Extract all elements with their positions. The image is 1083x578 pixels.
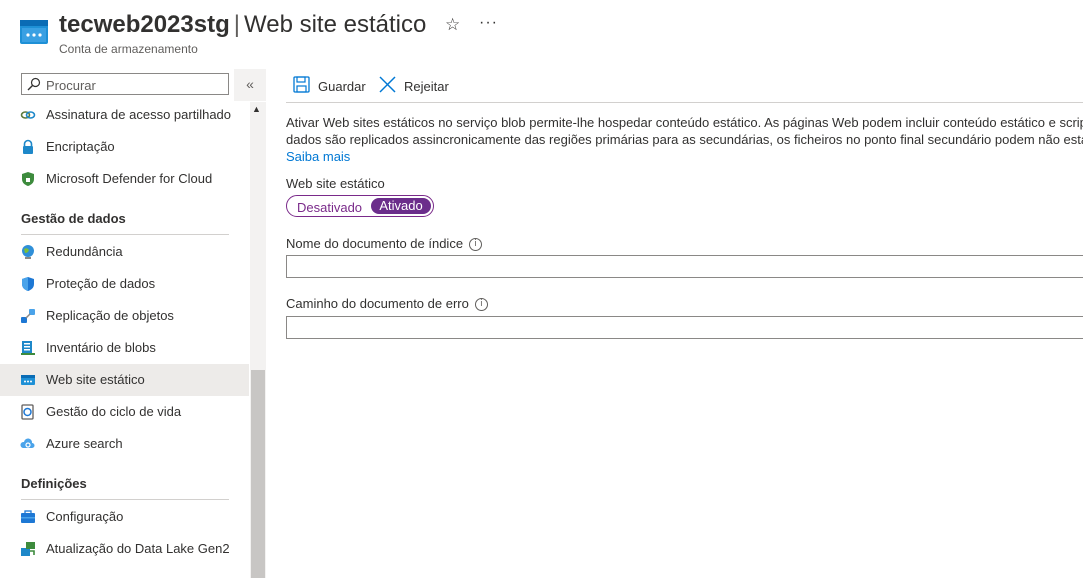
star-icon[interactable]: ☆ — [445, 15, 460, 35]
sidebar-item-label: Web site estático — [46, 372, 145, 387]
error-document-label-text: Caminho do documento de erro — [286, 296, 469, 311]
sidebar-item-static-website[interactable]: Web site estático — [0, 364, 249, 396]
section-heading-settings: Definições — [21, 476, 87, 491]
more-icon[interactable]: ··· — [479, 14, 498, 32]
sidebar-item-label: Assinatura de acesso partilhado — [46, 107, 232, 122]
section-heading-data-management: Gestão de dados — [21, 211, 126, 226]
scroll-up-icon[interactable]: ▲ — [252, 104, 261, 114]
sidebar-item-label: Azure search — [46, 436, 123, 451]
section-divider — [21, 499, 229, 500]
globe-icon — [22, 245, 34, 259]
sidebar-item-object-replication[interactable]: Replicação de objetos — [0, 300, 249, 332]
sidebar-item-label: Encriptação — [46, 139, 115, 154]
toolbar-divider — [286, 102, 1083, 103]
toggle-option-disabled[interactable]: Desativado — [297, 200, 362, 215]
search-icon — [27, 77, 41, 91]
resource-type-subtitle: Conta de armazenamento — [59, 42, 198, 56]
index-document-label: Nome do documento de índice i — [286, 236, 483, 252]
discard-button-label: Rejeitar — [404, 79, 449, 94]
cloud-search-icon — [20, 438, 35, 448]
close-icon — [379, 76, 396, 93]
sidebar-item-data-protection[interactable]: Proteção de dados — [0, 268, 249, 300]
replication-icon — [21, 309, 35, 323]
description-text: Ativar Web sites estáticos no serviço bl… — [286, 114, 1083, 148]
link-icon — [20, 111, 36, 119]
sidebar-item-label: Microsoft Defender for Cloud — [46, 171, 213, 186]
static-website-toggle[interactable]: Desativado Ativado — [286, 195, 434, 217]
info-icon[interactable]: i — [469, 238, 483, 252]
static-website-icon — [20, 20, 48, 44]
sidebar-item-label: Gestão do ciclo de vida — [46, 404, 182, 419]
sidebar-item-encryption[interactable]: Encriptação — [0, 131, 249, 163]
sidebar-item-label: Redundância — [46, 244, 123, 259]
sidebar-item-label: Atualização do Data Lake Gen2 — [46, 541, 230, 556]
sidebar-item-lifecycle-management[interactable]: Gestão do ciclo de vida — [0, 396, 249, 428]
lifecycle-icon — [21, 404, 34, 420]
sidebar-item-label: Inventário de blobs — [46, 340, 156, 355]
sidebar-item-label: Replicação de objetos — [46, 308, 174, 323]
shield-icon — [22, 172, 34, 186]
description-line: dados são replicados assincronicamente d… — [286, 132, 1083, 147]
configuration-icon — [21, 510, 35, 523]
data-lake-icon — [21, 542, 35, 556]
sidebar-item-blob-inventory[interactable]: Inventário de blobs — [0, 332, 249, 364]
search-placeholder: Procurar — [46, 78, 96, 93]
info-icon[interactable]: i — [474, 298, 488, 312]
sidebar-item-label: Proteção de dados — [46, 276, 156, 291]
collapse-sidebar-button[interactable]: « — [234, 69, 266, 101]
learn-more-link[interactable]: Saiba mais — [286, 149, 350, 164]
save-icon — [293, 76, 310, 93]
discard-button[interactable]: Rejeitar — [379, 76, 451, 96]
sidebar-item-redundancy[interactable]: Redundância — [0, 236, 249, 268]
sidebar-scrollbar-thumb[interactable] — [251, 370, 265, 578]
page-name: Web site estático — [244, 11, 427, 38]
error-document-label: Caminho do documento de erro i — [286, 296, 488, 312]
error-document-input[interactable] — [286, 316, 1083, 339]
save-button-label: Guardar — [318, 79, 366, 94]
page-header: tecweb2023stg | Web site estático ☆ ··· Co… — [0, 0, 1083, 64]
static-website-icon — [21, 375, 35, 385]
page-title: tecweb2023stg | Web site estático — [59, 11, 426, 39]
index-document-input[interactable] — [286, 255, 1083, 278]
sidebar-item-azure-search[interactable]: Azure search — [0, 428, 249, 460]
index-document-label-text: Nome do documento de índice — [286, 236, 464, 251]
sidebar-item-label: Configuração — [46, 509, 124, 524]
sidebar-item-defender[interactable]: Microsoft Defender for Cloud — [0, 163, 249, 195]
title-separator: | — [233, 11, 240, 38]
sidebar-item-data-lake-upgrade[interactable]: Atualização do Data Lake Gen2 — [0, 533, 249, 565]
save-button[interactable]: Guardar — [293, 76, 368, 96]
static-website-label: Web site estático — [286, 176, 385, 191]
sidebar-item-configuration[interactable]: Configuração — [0, 501, 249, 533]
sidebar-item-shared-access-signature[interactable]: Assinatura de acesso partilhado — [0, 99, 249, 131]
sidebar-search-input[interactable]: Procurar — [21, 73, 229, 95]
lock-icon — [23, 139, 33, 154]
inventory-icon — [21, 341, 35, 355]
toggle-option-enabled[interactable]: Ativado — [371, 198, 431, 214]
description-line: Ativar Web sites estáticos no serviço bl… — [286, 115, 1083, 130]
resource-name: tecweb2023stg — [59, 11, 230, 38]
shield-blue-icon — [22, 277, 34, 291]
section-divider — [21, 234, 229, 235]
